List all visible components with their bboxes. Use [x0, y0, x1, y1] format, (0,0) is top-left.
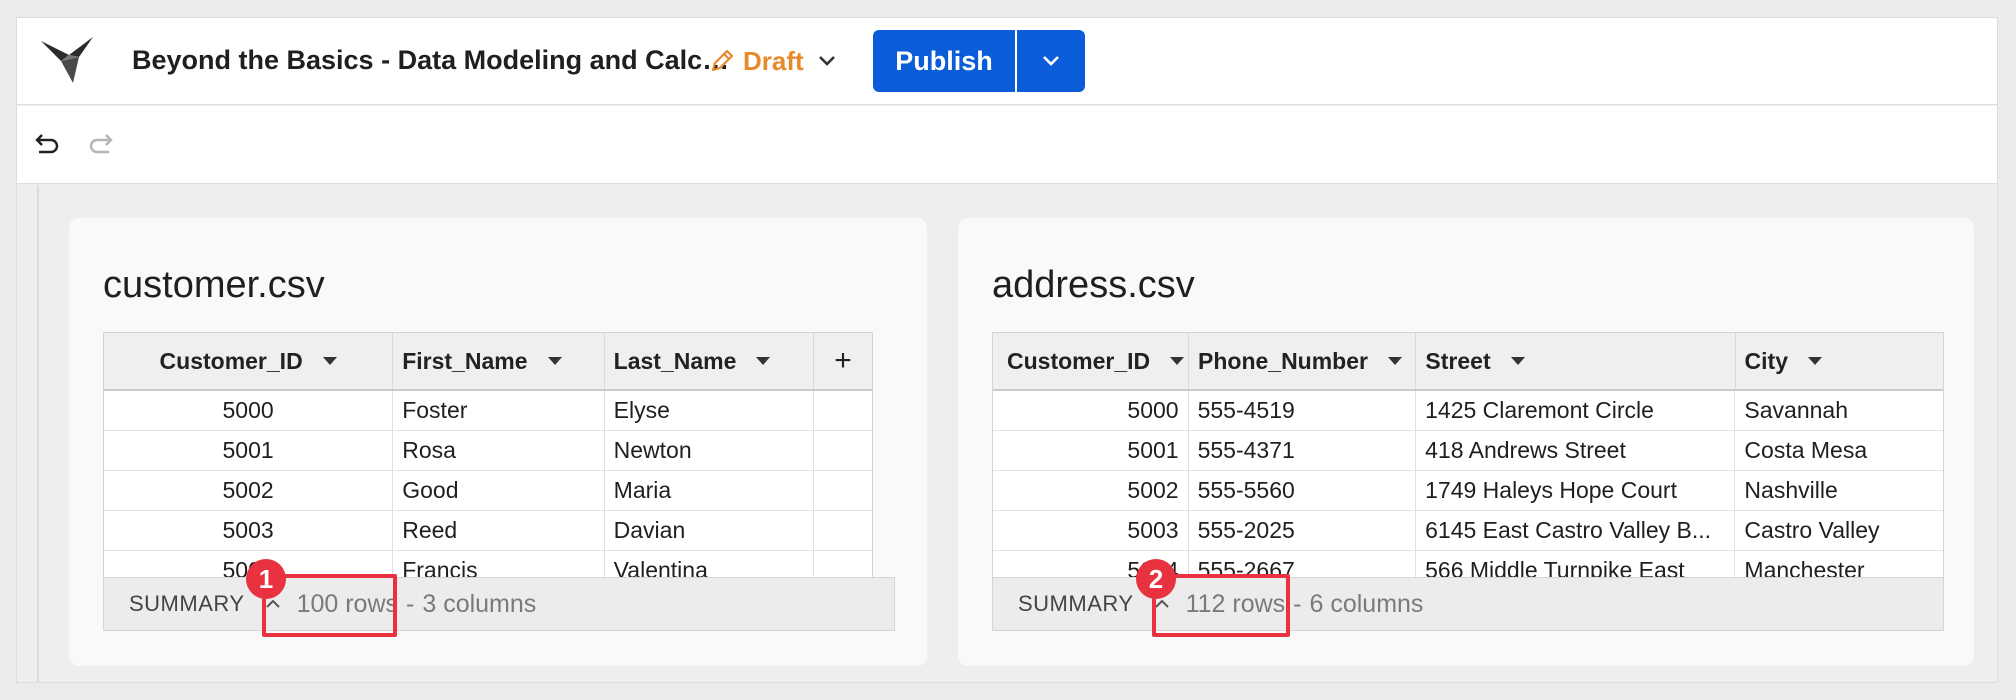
top-bar: Beyond the Basics - Data Modeling and Ca…	[17, 18, 1997, 105]
canvas-ruler	[37, 185, 39, 682]
publish-button-group: Publish	[873, 30, 1085, 92]
table-cell[interactable]: Maria	[605, 471, 815, 510]
table-cell[interactable]: 418 Andrews Street	[1416, 431, 1736, 470]
publish-button[interactable]: Publish	[873, 30, 1017, 92]
column-header[interactable]: Last_Name	[605, 333, 815, 389]
table-cell[interactable]: Savannah	[1735, 391, 1943, 430]
table-cell[interactable]: Rosa	[393, 431, 605, 470]
customer-table[interactable]: Customer_ID First_Name Last_Name + 5000 …	[103, 332, 873, 578]
table-cell	[814, 431, 872, 470]
address-table[interactable]: Customer_ID Phone_Number Street City 500…	[992, 332, 1944, 578]
summary-separator: -	[406, 589, 415, 618]
column-header[interactable]: City	[1736, 333, 1943, 389]
table-cell[interactable]: 555-5560	[1189, 471, 1417, 510]
table-cell[interactable]: Nashville	[1735, 471, 1943, 510]
publish-options-button[interactable]	[1017, 30, 1085, 92]
table-cell[interactable]: 5000	[993, 391, 1189, 430]
column-header[interactable]: Customer_ID	[104, 333, 394, 389]
chevron-down-icon	[1043, 56, 1059, 66]
chevron-down-icon	[818, 56, 835, 66]
document-title[interactable]: Beyond the Basics - Data Modeling and Ca…	[132, 45, 729, 76]
table-cell[interactable]: Reed	[393, 511, 605, 550]
table-header: Customer_ID Phone_Number Street City	[993, 333, 1943, 391]
table-cell[interactable]: 1749 Haleys Hope Court	[1416, 471, 1736, 510]
column-header[interactable]: Phone_Number	[1189, 333, 1417, 389]
add-column-button[interactable]: +	[814, 333, 872, 389]
table-row[interactable]: 5003 555-2025 6145 East Castro Valley B.…	[993, 511, 1943, 551]
caret-down-icon[interactable]	[322, 357, 337, 365]
redo-icon[interactable]	[87, 128, 117, 158]
summary-label[interactable]: SUMMARY	[1018, 591, 1134, 617]
table-cell[interactable]: Elyse	[605, 391, 815, 430]
logo-icon[interactable]	[39, 35, 95, 85]
summary-label[interactable]: SUMMARY	[129, 591, 245, 617]
column-header[interactable]: First_Name	[393, 333, 605, 389]
undo-icon[interactable]	[31, 128, 61, 158]
caret-down-icon[interactable]	[756, 357, 771, 365]
table-cell[interactable]: Davian	[605, 511, 815, 550]
table-row[interactable]: 5001 555-4371 418 Andrews Street Costa M…	[993, 431, 1943, 471]
column-header[interactable]: Street	[1416, 333, 1736, 389]
caret-down-icon[interactable]	[1170, 357, 1185, 365]
table-cell[interactable]: 5003	[993, 511, 1189, 550]
table-title[interactable]: address.csv	[992, 264, 1195, 307]
draft-status-menu[interactable]: Draft	[709, 41, 836, 81]
table-row[interactable]: 5002 555-5560 1749 Haleys Hope Court Nas…	[993, 471, 1943, 511]
table-cell[interactable]: 5001	[993, 431, 1189, 470]
annotation-badge-1: 1	[246, 559, 286, 599]
summary-separator: -	[1293, 589, 1302, 618]
table-cell[interactable]: Francis	[393, 551, 605, 577]
caret-down-icon[interactable]	[547, 357, 562, 365]
table-cell[interactable]: 5002	[993, 471, 1189, 510]
table-cell[interactable]: Good	[393, 471, 605, 510]
table-cell[interactable]: 5001	[104, 431, 394, 470]
pencil-icon	[711, 49, 734, 72]
table-header: Customer_ID First_Name Last_Name +	[104, 333, 872, 391]
table-cell[interactable]: Newton	[605, 431, 815, 470]
table-cell[interactable]: Manchester	[1735, 551, 1943, 577]
draft-label: Draft	[743, 45, 804, 76]
table-cell[interactable]: 555-4519	[1189, 391, 1417, 430]
column-count: 3 columns	[422, 589, 537, 618]
edit-toolbar	[17, 106, 1997, 184]
column-header[interactable]: Customer_ID	[993, 333, 1189, 389]
caret-down-icon[interactable]	[1387, 357, 1402, 365]
table-cell[interactable]: Costa Mesa	[1735, 431, 1943, 470]
table-row[interactable]: 5001 Rosa Newton	[104, 431, 872, 471]
caret-down-icon[interactable]	[1510, 357, 1525, 365]
table-cell[interactable]: 566 Middle Turnpike East	[1416, 551, 1736, 577]
table-cell[interactable]: 555-4371	[1189, 431, 1417, 470]
summary-bar[interactable]: SUMMARY 100 rows - 3 columns	[103, 577, 895, 631]
table-title[interactable]: customer.csv	[103, 264, 325, 307]
table-cell	[814, 511, 872, 550]
table-cell[interactable]: Castro Valley	[1735, 511, 1943, 550]
table-row[interactable]: 5000 555-4519 1425 Claremont Circle Sava…	[993, 391, 1943, 431]
column-count: 6 columns	[1309, 589, 1424, 618]
table-cell[interactable]: 5003	[104, 511, 394, 550]
table-row[interactable]: 5000 Foster Elyse	[104, 391, 872, 431]
table-row[interactable]: 5004 Francis Valentina	[104, 551, 872, 577]
caret-down-icon[interactable]	[1808, 357, 1822, 365]
table-cell[interactable]: 6145 East Castro Valley B...	[1416, 511, 1736, 550]
table-cell[interactable]: 5002	[104, 471, 394, 510]
address-table-card[interactable]: address.csv Customer_ID Phone_Number Str…	[958, 218, 1974, 666]
table-cell[interactable]: 5000	[104, 391, 394, 430]
table-cell[interactable]: Foster	[393, 391, 605, 430]
table-cell[interactable]: 555-2025	[1189, 511, 1417, 550]
customer-table-card[interactable]: customer.csv Customer_ID First_Name Last…	[69, 218, 927, 666]
table-cell	[814, 391, 872, 430]
table-cell	[814, 551, 872, 577]
annotation-badge-2: 2	[1136, 559, 1176, 599]
table-row[interactable]: 5003 Reed Davian	[104, 511, 872, 551]
table-cell[interactable]: 1425 Claremont Circle	[1416, 391, 1736, 430]
table-cell[interactable]: Valentina	[605, 551, 815, 577]
table-cell	[814, 471, 872, 510]
table-row[interactable]: 5002 Good Maria	[104, 471, 872, 511]
summary-bar[interactable]: SUMMARY 112 rows - 6 columns	[992, 577, 1944, 631]
